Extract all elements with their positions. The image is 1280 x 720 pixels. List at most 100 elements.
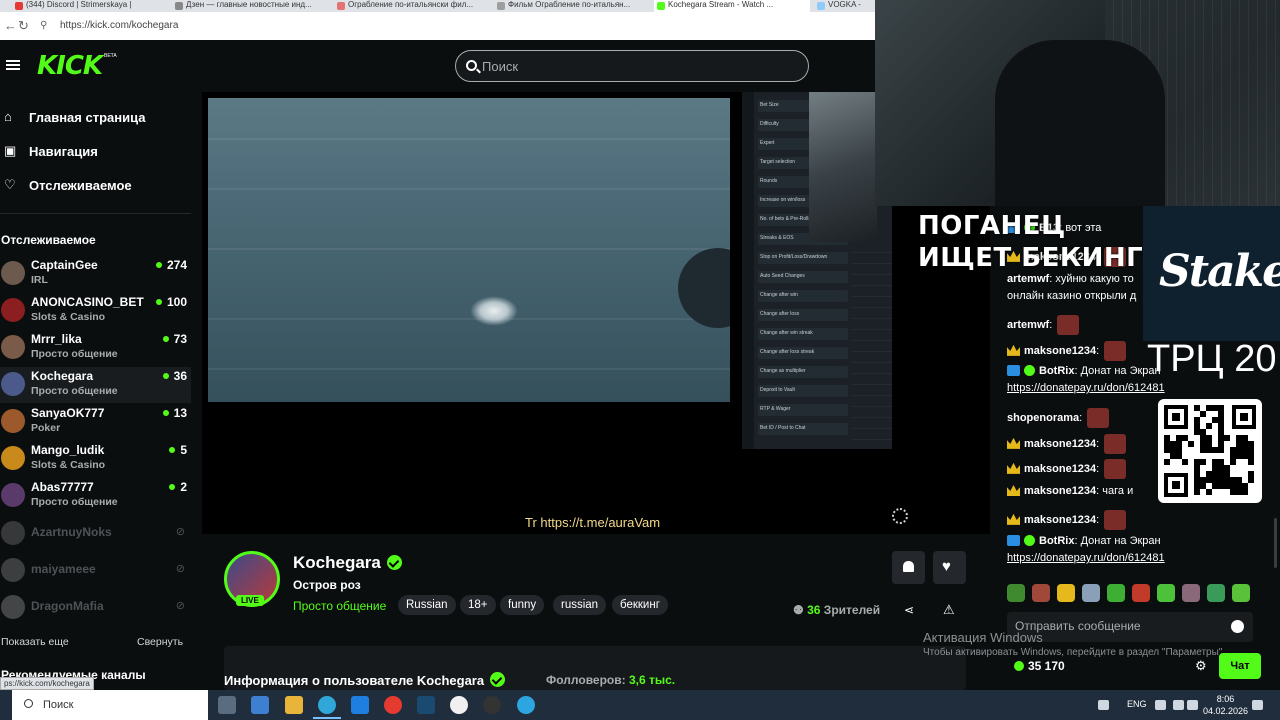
input-language[interactable]: ENG: [1127, 699, 1147, 709]
chat-username[interactable]: maksone1234: [1024, 463, 1096, 475]
back-icon[interactable]: ←: [4, 18, 17, 33]
emote-icon[interactable]: [1157, 584, 1175, 602]
sidebar-channel-azartnuynoks[interactable]: AzartnuyNoks ⊘: [0, 516, 191, 552]
chat-settings-icon[interactable]: ⚙: [1195, 658, 1207, 674]
tray-keyboard-icon[interactable]: [1098, 700, 1109, 710]
sidebar-channel-sanyaok777[interactable]: SanyaOK777 Poker 13: [0, 404, 191, 440]
casino-setting-row: Deposit to Vault: [758, 385, 848, 397]
chat-link[interactable]: https://donatepay.ru/don/612481: [1007, 382, 1165, 394]
notifications-icon[interactable]: [1252, 700, 1263, 710]
chat-username[interactable]: maksone1234: [1024, 485, 1096, 497]
notifications-button[interactable]: [892, 551, 925, 584]
chat-input[interactable]: [1015, 619, 1225, 633]
browser-tab[interactable]: Фильм Ограбление по-итальян...: [494, 0, 650, 12]
sidebar-channel-abas77777[interactable]: Abas77777 Просто общение 2: [0, 478, 191, 514]
video-player[interactable]: Bet Size Difficulty Expert Target selection…: [202, 92, 990, 534]
kick-logo[interactable]: KICK: [37, 51, 103, 81]
stream-tag[interactable]: Russian: [398, 595, 456, 615]
mail-icon[interactable]: [351, 696, 369, 714]
collapse-button[interactable]: Свернуть: [137, 636, 183, 648]
chat-message: shopenorama:: [1007, 408, 1110, 428]
stream-category-link[interactable]: Просто общение: [293, 599, 386, 613]
task-view-icon[interactable]: [218, 696, 236, 714]
search-bar[interactable]: [455, 50, 809, 82]
chat-text: хуйню какую то: [1055, 273, 1134, 285]
nav-home[interactable]: ⌂ Главная страница: [0, 102, 190, 132]
search-input[interactable]: [482, 57, 782, 75]
browser-tab[interactable]: (344) Discord | Strimerskaya |: [12, 0, 168, 12]
obs-icon[interactable]: [483, 696, 501, 714]
emote-icon[interactable]: [1232, 584, 1250, 602]
stream-tag[interactable]: 18+: [460, 595, 496, 615]
chat-username[interactable]: BotRix: [1039, 535, 1074, 547]
chat-username[interactable]: maksone1234: [1024, 514, 1096, 526]
stream-tag[interactable]: russian: [553, 595, 607, 615]
sidebar-channel-maiyameee[interactable]: maiyameee ⊘: [0, 553, 191, 589]
emote-icon[interactable]: [1057, 584, 1075, 602]
steam-icon[interactable]: [417, 696, 435, 714]
store-icon[interactable]: [251, 696, 269, 714]
browser-tab[interactable]: Ограбление по-итальянски фил...: [334, 0, 490, 12]
tray-volume-icon[interactable]: [1173, 700, 1184, 710]
sidebar-channel-dragonmafia[interactable]: DragonMafia ⊘: [0, 590, 191, 626]
channel-points[interactable]: 35 170: [1014, 659, 1065, 673]
browser-tab[interactable]: VOGKA -: [814, 0, 875, 12]
emote-icon[interactable]: [1082, 584, 1100, 602]
nav-following[interactable]: ♡ Отслеживаемое: [0, 170, 190, 200]
channel-name[interactable]: Kochegara: [293, 553, 402, 573]
avatar: [1, 409, 25, 433]
yandex-icon[interactable]: [450, 696, 468, 714]
share-icon[interactable]: ⋖: [904, 603, 914, 617]
site-info-icon[interactable]: ⚲: [40, 20, 47, 31]
emote-icon[interactable]: [1207, 584, 1225, 602]
browser-tab[interactable]: Kochegara Stream - Watch ...: [654, 0, 810, 12]
chat-username[interactable]: maksone1234: [1024, 438, 1096, 450]
avatar: [1, 595, 25, 619]
sidebar-channel-captaingee[interactable]: CaptainGee IRL 274: [0, 256, 191, 292]
nav-browse[interactable]: ▣ Навигация: [0, 136, 190, 166]
emote-icon[interactable]: [1107, 584, 1125, 602]
emote-icon[interactable]: [1007, 584, 1025, 602]
channel-category: Slots & Casino: [31, 459, 106, 471]
taskbar-search-label: Поиск: [43, 699, 74, 711]
emote-icon[interactable]: [1132, 584, 1150, 602]
reload-icon[interactable]: ↻: [18, 18, 29, 34]
emote-icon[interactable]: [1182, 584, 1200, 602]
taskbar-search[interactable]: Поиск: [12, 690, 208, 720]
clock[interactable]: 8:06 04.02.2026: [1203, 693, 1248, 717]
chat-username[interactable]: shopenorama: [1007, 412, 1079, 424]
stream-tag[interactable]: беккинг: [612, 595, 668, 615]
url-field[interactable]: https://kick.com/kochegara: [60, 20, 178, 31]
chat-username[interactable]: BotRix: [1039, 365, 1074, 377]
chat-username[interactable]: maksone1234: [1024, 345, 1096, 357]
yandex-browser-icon[interactable]: [384, 696, 402, 714]
edge-icon[interactable]: [313, 696, 341, 719]
emoji-icon[interactable]: [1231, 620, 1244, 633]
telegram-icon[interactable]: [517, 696, 535, 714]
chat-link[interactable]: https://donatepay.ru/don/612481: [1007, 552, 1165, 564]
sidebar-channel-kochegara[interactable]: Kochegara Просто общение 36: [0, 367, 191, 403]
stream-tag[interactable]: funny: [500, 595, 545, 615]
casino-setting-label: Change after win: [760, 292, 798, 298]
emote-icon[interactable]: [1032, 584, 1050, 602]
status-link-tooltip: ps://kick.com/kochegara: [0, 677, 94, 690]
show-more-button[interactable]: Показать еще: [1, 636, 69, 648]
chat-input-box[interactable]: [1007, 612, 1253, 642]
viewer-number: 100: [166, 295, 187, 309]
sidebar-channel-mango_ludik[interactable]: Mango_ludik Slots & Casino 5: [0, 441, 191, 477]
chat-username[interactable]: artemwf: [1007, 319, 1049, 331]
tray-network-icon[interactable]: [1155, 700, 1166, 710]
report-icon[interactable]: ⚠: [943, 602, 955, 618]
sidebar-channel-anoncasino_bet[interactable]: ANONCASINO_BET Slots & Casino 100: [0, 293, 191, 329]
chat-send-button[interactable]: Чат: [1219, 653, 1261, 679]
tray-battery-icon[interactable]: [1187, 700, 1198, 710]
chat-username[interactable]: artemwf: [1007, 273, 1049, 285]
start-button[interactable]: [0, 698, 10, 711]
channel-viewers: 274: [155, 258, 187, 272]
follow-button[interactable]: ♥: [933, 551, 966, 584]
sidebar-channel-mrrr_lika[interactable]: Mrrr_lika Просто общение 73: [0, 330, 191, 366]
browser-tab[interactable]: Дзен — главные новостные инд...: [172, 0, 328, 12]
file-explorer-icon[interactable]: [285, 696, 303, 714]
chat-scrollbar[interactable]: [1274, 518, 1277, 568]
menu-icon[interactable]: [6, 60, 20, 62]
